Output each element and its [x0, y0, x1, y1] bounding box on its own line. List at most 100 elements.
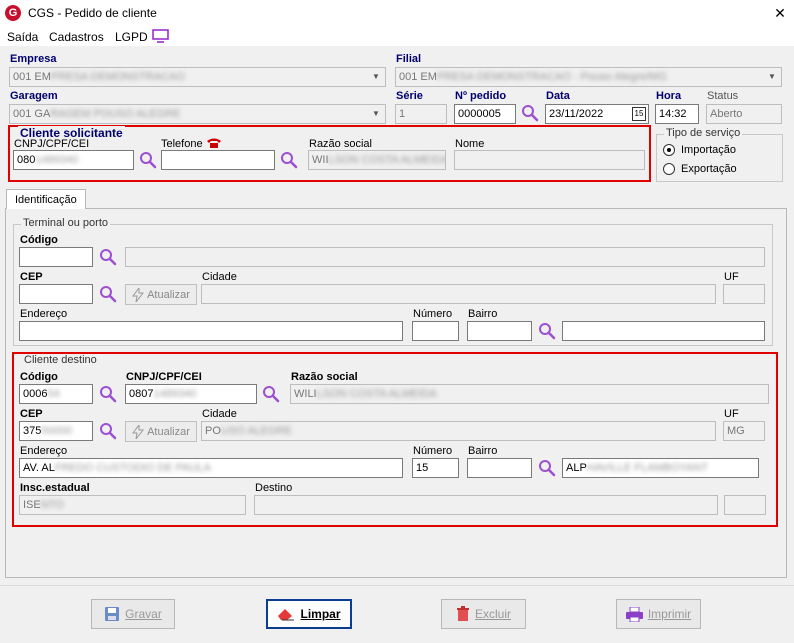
terminal-uf-label: UF — [724, 271, 739, 283]
gravar-button[interactable]: Gravar — [91, 599, 175, 629]
search-icon[interactable] — [99, 385, 117, 403]
data-label: Data — [546, 90, 570, 102]
garagem-select[interactable]: 001 GARAGEM POUSO ALEGRE ▼ — [9, 104, 386, 124]
terminal-cidade-label: Cidade — [202, 271, 237, 283]
solicitante-cnpj-label: CNPJ/CPF/CEI — [14, 138, 90, 150]
destino-razao-label: Razão social — [291, 371, 358, 383]
search-icon[interactable] — [99, 248, 117, 266]
exportacao-radio[interactable] — [663, 163, 675, 175]
destino-cep-label: CEP — [20, 408, 43, 420]
excluir-label: Excluir — [474, 607, 511, 621]
destino-razao-field: WILILSON COSTA ALMEIDA — [290, 384, 769, 404]
exportacao-label[interactable]: Exportação — [681, 163, 737, 175]
destino-cidade-value: PO — [205, 425, 221, 437]
imprimir-button[interactable]: Imprimir — [616, 599, 701, 629]
terminal-cidade-field — [201, 284, 716, 304]
menu-lgpd[interactable]: LGPD — [115, 30, 148, 44]
destino-numero-label: Número — [413, 445, 453, 457]
telefone-input[interactable] — [161, 150, 275, 170]
garagem-label: Garagem — [10, 90, 58, 102]
nome-field — [454, 150, 645, 170]
destino-razao-value: WILI — [294, 388, 317, 400]
search-icon[interactable] — [538, 322, 556, 340]
destino-cnpj-label: CNPJ/CPF/CEI — [126, 371, 202, 383]
status-label: Status — [707, 90, 739, 102]
terminal-bairro-input[interactable] — [467, 321, 532, 341]
solicitante-razao-value: WII — [312, 154, 329, 166]
limpar-label: Limpar — [300, 607, 341, 621]
importacao-radio[interactable] — [663, 144, 675, 156]
destino-numero-input[interactable]: 15 — [412, 458, 459, 478]
destino-endereco-label: Endereço — [20, 445, 68, 457]
search-icon[interactable] — [538, 459, 556, 477]
filial-value: 001 EM — [399, 71, 437, 83]
terminal-numero-label: Número — [413, 308, 453, 320]
tipo-servico-title: Tipo de serviço — [664, 127, 743, 139]
excluir-button[interactable]: Excluir — [441, 599, 526, 629]
filial-select[interactable]: 001 EMPRESA DEMONSTRACAO - Pouso Alegre/… — [395, 67, 782, 87]
terminal-endereco-input[interactable] — [19, 321, 403, 341]
chevron-down-icon[interactable]: ▼ — [368, 106, 384, 122]
filial-label: Filial — [396, 53, 422, 65]
pedido-input[interactable]: 0000005 — [454, 104, 516, 124]
terminal-bairro-label: Bairro — [468, 308, 498, 320]
search-icon[interactable] — [99, 422, 117, 440]
limpar-button[interactable]: Limpar — [266, 599, 352, 629]
terminal-cep-input[interactable] — [19, 284, 93, 304]
solicitante-cnpj-value: 080 — [17, 154, 36, 166]
destino-cidade-field: POUSO ALEGRE — [201, 421, 716, 441]
destino-cnpj-input[interactable]: 08071489340 — [125, 384, 257, 404]
monitor-icon[interactable] — [152, 29, 169, 43]
hora-input[interactable]: 14:32 — [655, 104, 699, 124]
destino-cep-input[interactable]: 37550000 — [19, 421, 93, 441]
destino-codigo-label: Código — [20, 371, 58, 383]
tab-identificacao[interactable]: Identificação — [6, 189, 86, 209]
terminal-bairro-nome-field[interactable] — [562, 321, 765, 341]
search-icon[interactable] — [280, 151, 298, 169]
search-icon[interactable] — [139, 151, 157, 169]
search-icon[interactable] — [99, 285, 117, 303]
search-icon[interactable] — [521, 104, 539, 122]
terminal-endereco-label: Endereço — [20, 308, 68, 320]
search-icon[interactable] — [262, 385, 280, 403]
terminal-atualizar-button[interactable]: Atualizar — [125, 284, 197, 305]
destino-cidade-label: Cidade — [202, 408, 237, 420]
serie-label: Série — [396, 90, 423, 102]
chevron-down-icon[interactable]: ▼ — [764, 69, 780, 85]
destino-cnpj-value: 0807 — [129, 388, 154, 400]
data-input[interactable]: 23/11/2022 15 — [545, 104, 649, 124]
importacao-label[interactable]: Importação — [681, 144, 736, 156]
app-logo-icon: G — [5, 5, 21, 21]
serie-input[interactable]: 1 — [395, 104, 447, 124]
solicitante-cnpj-input[interactable]: 0801489340 — [13, 150, 134, 170]
chevron-down-icon[interactable]: ▼ — [368, 69, 384, 85]
destino-endereco-value: AV. AL — [23, 462, 55, 474]
destino-uf-label: UF — [724, 408, 739, 420]
menu-cadastros[interactable]: Cadastros — [49, 30, 104, 44]
eraser-icon — [278, 609, 295, 621]
close-icon[interactable]: ✕ — [770, 3, 790, 23]
empresa-select[interactable]: 001 EMPRESA DEMONSTRACAO ▼ — [9, 67, 386, 87]
destino-bairro-input[interactable] — [467, 458, 532, 478]
destino-bairro-nome-field[interactable]: ALPHAVILLE FLAMBOYANT — [562, 458, 759, 478]
destino-codigo-value: 0006 — [23, 388, 48, 400]
menu-saida[interactable]: Saída — [7, 30, 38, 44]
terminal-numero-input[interactable] — [412, 321, 459, 341]
calendar-icon[interactable]: 15 — [632, 107, 646, 121]
terminal-codigo-input[interactable] — [19, 247, 93, 267]
destino-codigo-input[interactable]: 000654 — [19, 384, 93, 404]
destino-atualizar-button[interactable]: Atualizar — [125, 421, 197, 442]
destino-cep-value: 375 — [23, 425, 42, 437]
nome-label: Nome — [455, 138, 485, 150]
destino-insc-value: ISE — [23, 499, 41, 511]
terminal-nome-field — [125, 247, 765, 267]
destino-endereco-input[interactable]: AV. ALFREDO CUSTODIO DE PAULA — [19, 458, 403, 478]
destino-insc-label: Insc.estadual — [20, 482, 90, 494]
destino-insc-field: ISENTO — [19, 495, 246, 515]
imprimir-label: Imprimir — [647, 607, 692, 621]
terminal-title: Terminal ou porto — [21, 217, 110, 229]
destino-destino-uf-field — [724, 495, 766, 515]
telefone-label: Telefone — [161, 138, 203, 150]
footer-divider — [0, 585, 794, 586]
solicitante-razao-field: WIILSON COSTA ALMEIDA — [308, 150, 446, 170]
